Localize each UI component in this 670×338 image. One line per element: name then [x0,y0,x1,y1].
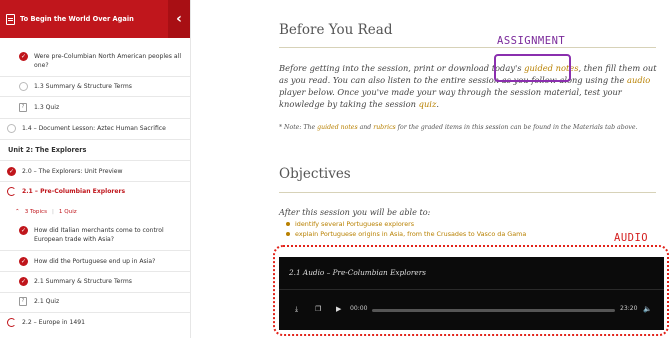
lesson-content: Before You Read Before getting into the … [191,0,670,338]
divider [0,76,190,77]
heading-rule [279,192,656,193]
divider [0,181,190,182]
current-time: 00:00 [350,305,368,312]
divider [0,139,190,140]
audio-title: 2.1 Audio – Pre-Columbian Explorers [289,268,426,277]
materials-note: * Note: The guided notes and rubrics for… [279,124,638,131]
before-you-read-heading: Before You Read [279,22,393,38]
lesson-topic-item[interactable]: ✓ How did Italian merchants come to cont… [0,226,190,244]
seek-bar[interactable] [372,309,615,312]
collapse-sidebar-button[interactable]: ‹ [168,0,190,38]
intro-paragraph: Before getting into the session, print o… [279,63,657,109]
sidebar-header: To Begin the World Over Again ‹ [0,0,190,38]
lesson-item[interactable]: 2.2 – Europe in 1491 [0,318,190,327]
in-progress-icon [7,187,16,196]
quiz-icon: ? [19,103,27,112]
incomplete-icon [7,124,16,133]
course-title: To Begin the World Over Again [20,15,134,23]
course-sidebar: To Begin the World Over Again ‹ ✓ Were p… [0,0,191,338]
rubrics-link[interactable]: rubrics [373,124,395,131]
guided-notes-note-link[interactable]: guided notes [317,124,358,131]
in-progress-icon [7,318,16,327]
heading-rule [279,47,656,48]
check-icon: ✓ [19,226,28,235]
play-icon[interactable]: ▶ [336,305,341,313]
divider [0,271,190,272]
objectives-intro: After this session you will be able to: [279,207,431,217]
audio-link[interactable]: audio [627,75,650,85]
objectives-heading: Objectives [279,166,351,182]
check-icon: ✓ [19,257,28,266]
audio-player: 2.1 Audio – Pre-Columbian Explorers ⤓ ❐ … [279,257,664,330]
lesson-item[interactable]: ✓ 2.0 – The Explorers: Unit Preview [0,167,190,176]
divider [0,292,190,293]
check-icon: ✓ [7,167,16,176]
chevron-left-icon: ‹ [176,11,182,27]
download-icon[interactable]: ⤓ [295,305,298,314]
document-icon [6,13,15,25]
divider [0,96,190,97]
lesson-topic-item[interactable]: 1.3 Summary & Structure Terms [0,82,190,91]
audio-annotation: AUDIO [614,232,649,244]
divider [0,118,190,119]
lesson-item-current[interactable]: 2.1 – Pre-Columbian Explorers [0,187,190,196]
assignment-highlight-box [494,54,571,82]
quiz-icon: ? [19,297,27,306]
lesson-item[interactable]: 1.4 – Document Lesson: Aztec Human Sacri… [0,124,190,133]
lesson-topic-item[interactable]: ✓ 2.1 Summary & Structure Terms [0,277,190,286]
quiz-count[interactable]: 1 Quiz [59,209,77,215]
duration: 23:20 [620,305,638,312]
quiz-item[interactable]: ? 2.1 Quiz [0,297,190,306]
check-icon: ✓ [19,277,28,286]
topics-count[interactable]: 3 Topics [25,209,47,215]
divider [0,160,190,161]
lesson-topic-item[interactable]: ✓ Were pre-Columbian North American peop… [0,52,190,70]
check-icon: ✓ [19,52,28,61]
unit-heading: Unit 2: The Explorers [8,146,87,154]
lesson-meta: ⌃ 3 Topics | 1 Quiz [15,209,77,215]
lesson-topic-item[interactable]: ✓ How did the Portuguese end up in Asia? [0,257,190,266]
quiz-item[interactable]: ? 1.3 Quiz [0,103,190,112]
playlist-icon[interactable]: ❐ [315,305,321,313]
volume-icon[interactable]: 🔈 [643,305,652,313]
incomplete-icon [19,82,28,91]
objective-item: explain Portuguese origins in Asia, from… [286,229,526,239]
divider [0,250,190,251]
quiz-link[interactable]: quiz [419,99,437,109]
assignment-annotation: ASSIGNMENT [497,35,566,47]
objectives-list: identify several Portuguese explorers ex… [286,219,526,239]
chevron-up-icon[interactable]: ⌃ [15,209,20,215]
divider [0,312,190,313]
objective-item: identify several Portuguese explorers [286,219,526,229]
